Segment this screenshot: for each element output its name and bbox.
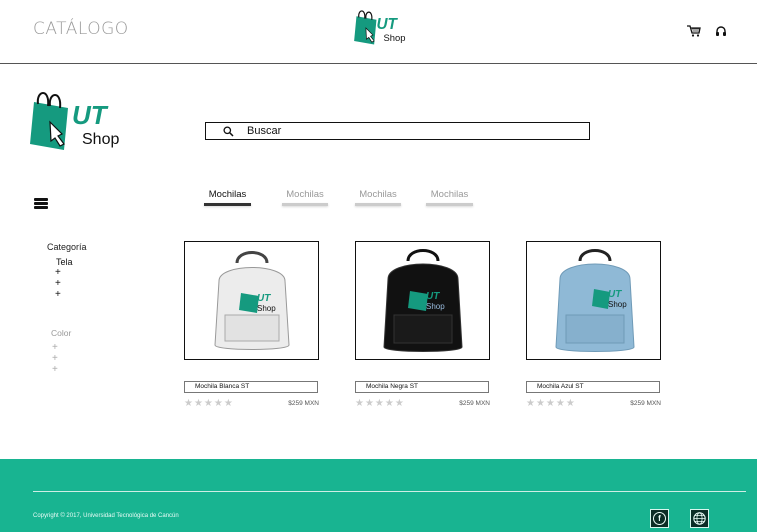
expand-icon[interactable]: + [52,342,71,353]
expand-icon[interactable]: + [52,353,71,364]
logo-ut-text: UT [426,291,440,302]
copyright-text: Copyright © 2017, Universidad Tecnológic… [33,513,179,519]
logo-ut-text: UT [257,293,271,304]
page-title: CATÁLOGO [33,19,129,39]
logo-shop-text: Shop [384,32,406,43]
logo-shop-text: Shop [82,131,119,148]
ut-shop-logo-small[interactable]: UT Shop [352,8,408,48]
expand-icon[interactable]: + [52,364,71,375]
rating-stars[interactable]: ★★★★★ [355,398,405,409]
cart-icon[interactable] [687,25,701,37]
product-price: $259 MXN [459,400,490,407]
logo-ut-text: UT [376,16,398,33]
expand-icon[interactable]: + [55,289,87,300]
product-card[interactable]: Shop UT Mochila Blanca ST ★★★★★ $259 MXN [184,241,319,409]
expand-icon[interactable]: + [55,278,87,289]
tab-mochilas-3[interactable]: Mochilas [355,189,401,206]
rating-stars[interactable]: ★★★★★ [526,398,576,409]
logo-shop-text: Shop [257,304,276,313]
product-name[interactable]: Mochila Azul ST [526,381,660,393]
menu-icon[interactable] [34,198,48,209]
tab-mochilas-2[interactable]: Mochilas [282,189,328,206]
category-tabs: Mochilas Mochilas Mochilas Mochilas [204,189,473,206]
logo-shop-text: Shop [608,300,627,309]
category-heading: Categoría [47,242,87,252]
product-price: $259 MXN [630,400,661,407]
product-price: $259 MXN [288,400,319,407]
logo-ut-text: UT [608,289,622,300]
facebook-icon[interactable]: f [650,509,669,528]
logo-ut-text: UT [72,100,109,130]
product-image[interactable]: UT Shop [526,241,661,360]
site-footer: Copyright © 2017, Universidad Tecnológic… [0,459,757,532]
tab-mochilas-1[interactable]: Mochilas [204,189,251,206]
fabric-filter[interactable]: Tela [56,257,87,267]
product-name[interactable]: Mochila Blanca ST [184,381,318,393]
headphones-icon[interactable] [715,25,727,37]
rating-stars[interactable]: ★★★★★ [184,398,234,409]
product-image[interactable]: UT Shop [355,241,490,360]
search-icon[interactable] [221,124,235,138]
expand-icon[interactable]: + [55,267,87,278]
footer-divider [33,491,746,492]
search-input[interactable] [247,125,547,137]
logo-shop-text: Shop [426,302,445,311]
product-image[interactable]: Shop UT [184,241,319,360]
color-heading: Color [51,328,72,338]
top-navbar: CATÁLOGO UT Shop [0,0,757,64]
search-bar [205,122,590,140]
header-actions [687,25,727,37]
product-card[interactable]: UT Shop Mochila Negra ST ★★★★★ $259 MXN [355,241,490,409]
tab-mochilas-4[interactable]: Mochilas [426,189,473,206]
category-filter: Categoría Tela + + + [47,242,87,300]
facebook-letter: f [653,512,666,525]
color-filter: Color + + + [51,328,71,375]
globe-icon[interactable] [690,509,709,528]
product-name[interactable]: Mochila Negra ST [355,381,489,393]
product-card[interactable]: UT Shop Mochila Azul ST ★★★★★ $259 MXN [526,241,661,409]
ut-shop-logo[interactable]: UT Shop [28,88,120,156]
